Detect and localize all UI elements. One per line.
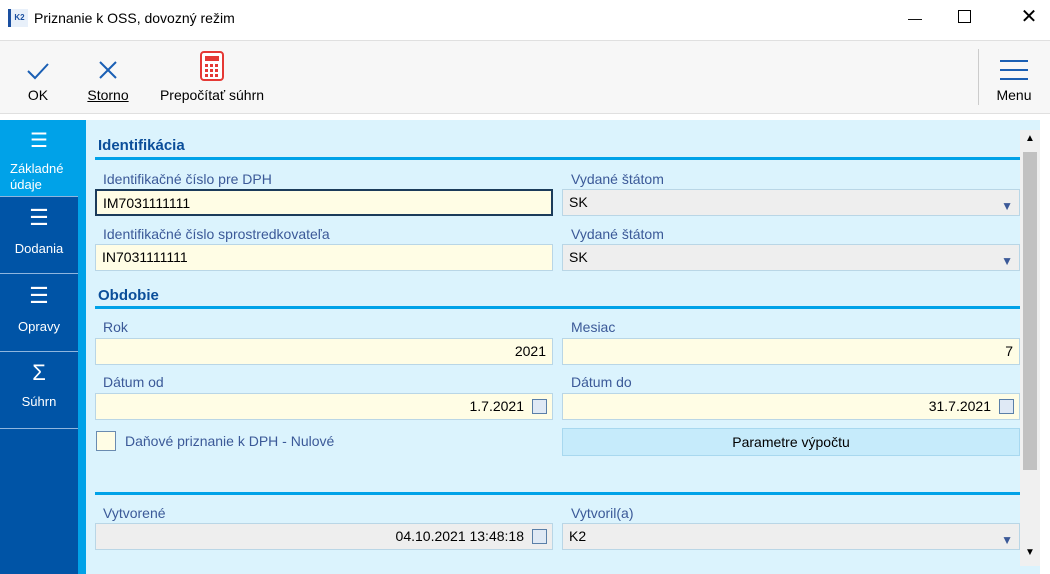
sidebar-item-basic[interactable]: ☰ Základné údaje bbox=[0, 120, 78, 197]
minimize-button[interactable]: — bbox=[900, 4, 930, 32]
sidebar-accent bbox=[78, 120, 86, 574]
date-to-input[interactable]: 31.7.2021 bbox=[562, 393, 1020, 420]
sidebar-item-summary[interactable]: Σ Súhrn bbox=[0, 352, 78, 429]
month-label: Mesiac bbox=[571, 319, 616, 335]
section-identification: Identifikácia bbox=[98, 137, 185, 154]
vat-id-label: Identifikačné číslo pre DPH bbox=[103, 171, 272, 187]
issued-value: SK bbox=[569, 194, 588, 210]
created-value: 04.10.2021 13:48:18 bbox=[395, 528, 524, 544]
chevron-down-icon: ▼ bbox=[1001, 254, 1013, 268]
zero-checkbox[interactable] bbox=[96, 431, 116, 451]
sidebar-item-deliveries[interactable]: ☰ Dodania bbox=[0, 197, 78, 274]
intermediary-label: Identifikačné číslo sprostredkovateľa bbox=[103, 226, 330, 242]
year-label: Rok bbox=[103, 319, 128, 335]
toolbar: OK Storno Prepočítať súhrn Menu bbox=[0, 40, 1050, 114]
month-input[interactable]: 7 bbox=[562, 338, 1020, 365]
recalc-button[interactable]: Prepočítať súhrn bbox=[154, 41, 270, 113]
hamburger-icon bbox=[988, 41, 1040, 81]
menu-button[interactable]: Menu bbox=[988, 41, 1040, 113]
intermediary-input[interactable]: IN7031111111 bbox=[95, 244, 553, 271]
toolbar-divider bbox=[978, 49, 979, 105]
created-input: 04.10.2021 13:48:18 bbox=[95, 523, 553, 550]
calendar-icon bbox=[532, 529, 547, 544]
issued2-label: Vydané štátom bbox=[571, 226, 664, 242]
params-button[interactable]: Parametre výpočtu bbox=[562, 428, 1020, 456]
date-to-value: 31.7.2021 bbox=[928, 398, 991, 414]
menu-label: Menu bbox=[996, 87, 1032, 103]
section-period: Obdobie bbox=[98, 287, 159, 304]
ok-button[interactable]: OK bbox=[16, 41, 60, 113]
date-to-label: Dátum do bbox=[571, 374, 632, 390]
issued2-value: SK bbox=[569, 249, 588, 265]
sidebar-item-corrections[interactable]: ☰ Opravy bbox=[0, 275, 78, 352]
date-from-input[interactable]: 1.7.2021 bbox=[95, 393, 553, 420]
created-by-value: K2 bbox=[569, 528, 587, 544]
scroll-down-icon[interactable]: ▼ bbox=[1020, 544, 1040, 562]
recalc-label: Prepočítať súhrn bbox=[159, 87, 265, 103]
sidebar-item-label: Dodania bbox=[14, 241, 64, 256]
created-label: Vytvorené bbox=[103, 505, 166, 521]
vertical-scrollbar[interactable]: ▲ ▼ bbox=[1020, 130, 1040, 566]
vat-id-input[interactable]: IM7031111111 bbox=[95, 189, 553, 216]
sidebar-item-label: Základné údaje bbox=[10, 161, 64, 192]
storno-label: Storno bbox=[87, 87, 129, 103]
calculator-icon bbox=[154, 41, 270, 81]
created-by-select: K2 ▼ bbox=[562, 523, 1020, 550]
maximize-button[interactable] bbox=[958, 10, 971, 23]
storno-button[interactable]: Storno bbox=[80, 41, 136, 113]
date-from-value: 1.7.2021 bbox=[469, 398, 525, 414]
section-divider bbox=[95, 157, 1020, 160]
created-by-label: Vytvoril(a) bbox=[571, 505, 634, 521]
list-icon: ☰ bbox=[30, 130, 48, 152]
hamburger-icon: ☰ bbox=[29, 283, 49, 308]
sidebar-item-label: Opravy bbox=[18, 319, 60, 334]
section-divider bbox=[95, 492, 1020, 495]
close-x-icon bbox=[80, 41, 136, 81]
issued-select[interactable]: SK ▼ bbox=[562, 189, 1020, 216]
title-bar: K2 Priznanie k OSS, dovozný režim — ✕ bbox=[0, 0, 1050, 38]
hamburger-icon: ☰ bbox=[29, 205, 49, 230]
app-logo-icon: K2 bbox=[8, 9, 28, 27]
chevron-down-icon: ▼ bbox=[1001, 199, 1013, 213]
sidebar-item-label: Súhrn bbox=[21, 394, 57, 409]
sigma-icon: Σ bbox=[32, 360, 46, 385]
chevron-down-icon: ▼ bbox=[1001, 533, 1013, 547]
issued2-select[interactable]: SK ▼ bbox=[562, 244, 1020, 271]
issued-label: Vydané štátom bbox=[571, 171, 664, 187]
close-button[interactable]: ✕ bbox=[1014, 3, 1044, 31]
date-from-label: Dátum od bbox=[103, 374, 164, 390]
zero-label: Daňové priznanie k DPH - Nulové bbox=[125, 433, 335, 449]
calendar-icon[interactable] bbox=[532, 399, 547, 414]
check-icon bbox=[16, 41, 60, 81]
calendar-icon[interactable] bbox=[999, 399, 1014, 414]
sidebar: ☰ Základné údaje ☰ Dodania ☰ Opravy Σ Sú… bbox=[0, 120, 78, 574]
year-input[interactable]: 2021 bbox=[95, 338, 553, 365]
window-title: Priznanie k OSS, dovozný režim bbox=[34, 10, 235, 26]
scroll-thumb[interactable] bbox=[1023, 152, 1037, 470]
scroll-up-icon[interactable]: ▲ bbox=[1020, 130, 1040, 148]
ok-label: OK bbox=[27, 87, 49, 103]
section-divider bbox=[95, 306, 1020, 309]
